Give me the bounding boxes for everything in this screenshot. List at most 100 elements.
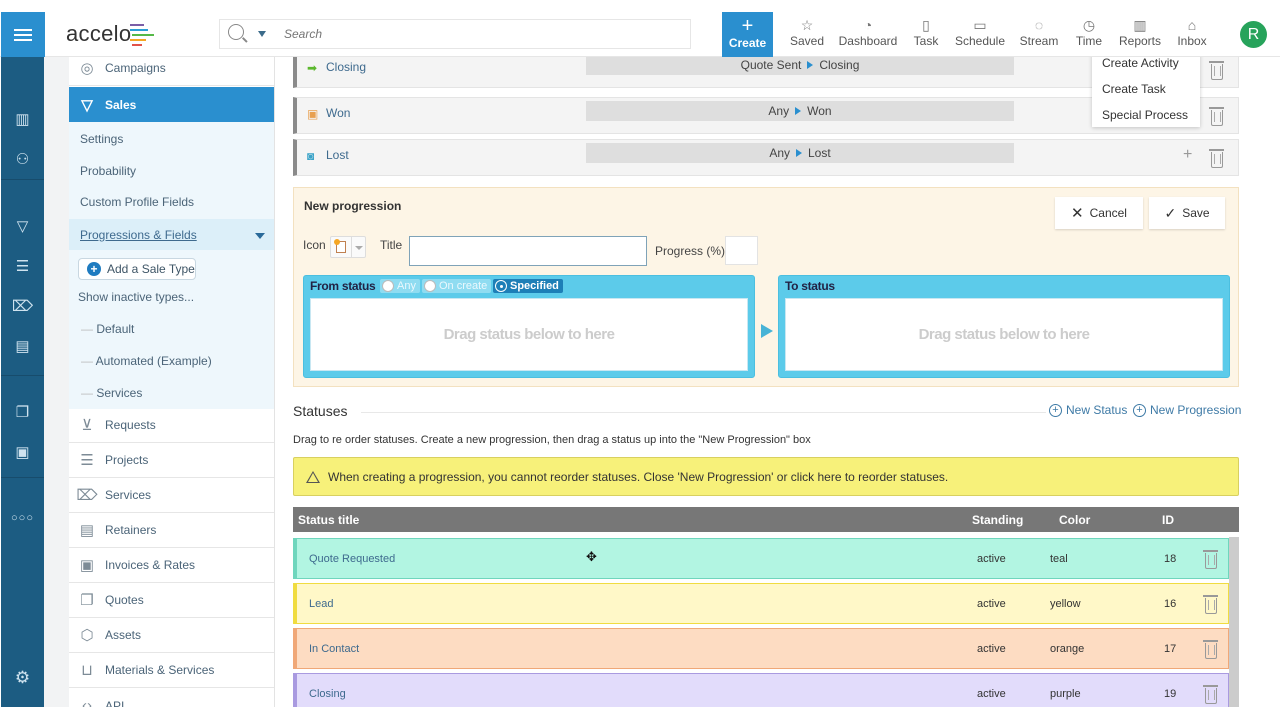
title-input[interactable] [409,236,647,266]
table-row[interactable]: Lead active yellow 16 [293,583,1229,624]
sale-type-label: Automated (Example) [95,354,212,368]
nav-task[interactable]: ▯ Task [912,16,940,48]
title-label: Title [380,238,403,252]
sidebar-item-services[interactable]: ⌦ Services [69,478,274,513]
sidebar-sub-progressions[interactable]: Progressions & Fields [80,228,197,242]
col-status-title[interactable]: Status title [298,513,359,527]
nav-inbox[interactable]: ⌂ Inbox [1176,16,1208,48]
nav-schedule[interactable]: ▭ Schedule [954,16,1006,48]
delete-icon[interactable] [1203,685,1218,704]
nav-stream[interactable]: ◌ Stream [1019,16,1059,48]
funnel-icon: ▽ [81,96,93,114]
sale-type-default[interactable]: — Default [81,322,134,336]
caret-down-icon[interactable] [255,233,265,239]
col-id[interactable]: ID [1162,513,1174,527]
status-title[interactable]: In Contact [309,643,359,655]
col-standing[interactable]: Standing [972,513,1023,527]
sidebar-sub-settings[interactable]: Settings [69,132,274,146]
create-button[interactable]: + Create [722,12,773,57]
search-input[interactable] [284,25,664,43]
radio-any[interactable]: Any [380,279,420,293]
save-button[interactable]: ✓ Save [1149,197,1225,229]
progression-title[interactable]: Closing [326,60,366,74]
sidebar-sub-probability[interactable]: Probability [69,164,274,178]
col-color[interactable]: Color [1059,513,1090,527]
scrollbar[interactable] [1229,537,1239,707]
progression-title[interactable]: Won [326,106,350,120]
table-row[interactable]: In Contact active orange 17 [293,628,1229,669]
warning-banner[interactable]: When creating a progression, you cannot … [293,457,1239,496]
sidebar-item-projects[interactable]: ☰ Projects [69,443,274,478]
contacts-icon[interactable]: ⚇ [1,150,44,168]
more-icon[interactable]: ○○○ [1,512,44,524]
projects-icon[interactable]: ☰ [1,257,44,275]
sidebar-item-invoices[interactable]: ▣ Invoices & Rates [69,548,274,583]
menu-special-process[interactable]: Special Process [1102,108,1188,122]
nav-label: Stream [1019,34,1059,48]
table-row[interactable]: Closing active purple 19 [293,673,1229,707]
sale-type-label: Services [96,386,143,400]
delete-icon[interactable] [1209,149,1224,168]
delete-icon[interactable] [1203,640,1218,659]
radio-on-create[interactable]: On create [422,279,492,293]
menu-create-activity[interactable]: Create Activity [1102,57,1179,70]
from-status-dropzone[interactable]: Drag status below to here [310,298,748,371]
services-tag-icon[interactable]: ⌦ [1,297,44,315]
sidebar-item-materials[interactable]: ⊔ Materials & Services [69,653,274,688]
sidebar-item-requests[interactable]: ⊻ Requests [69,408,274,443]
sidebar-item-sales[interactable]: ▽ Sales [69,87,274,122]
table-row[interactable]: Quote Requested active teal 18 [293,538,1229,579]
sidebar-sub-custom-profile-fields[interactable]: Custom Profile Fields [69,195,274,209]
sales-funnel-icon[interactable]: ▽ [1,217,44,235]
delete-icon[interactable] [1209,107,1224,126]
retainers-icon[interactable]: ▤ [1,337,44,355]
sale-type-services[interactable]: — Services [81,386,142,400]
sidebar-item-label: Assets [105,628,142,642]
delete-icon[interactable] [1209,61,1224,80]
status-title[interactable]: Quote Requested [309,553,395,565]
dropdown-caret-icon[interactable] [351,237,365,257]
document-icon [334,239,346,253]
to-status-dropzone[interactable]: Drag status below to here [785,298,1223,371]
radio-specified[interactable]: Specified [493,279,563,293]
add-sale-type-button[interactable]: + Add a Sale Type [78,258,196,280]
quotes-icon[interactable]: ❐ [1,403,44,421]
sidebar-item-quotes[interactable]: ❐ Quotes [69,583,274,618]
search-scope-dropdown[interactable] [258,31,266,37]
hamburger-icon [14,33,32,36]
nav-dashboard[interactable]: ◔ Dashboard [838,16,898,48]
sidebar-item-campaigns[interactable]: ◎ Campaigns [69,57,274,86]
menu-create-task[interactable]: Create Task [1102,82,1166,96]
new-status-link[interactable]: + New Status [1049,403,1127,417]
new-progression-link[interactable]: + New Progression [1133,403,1241,417]
icon-rail: ▥ ⚇ ▽ ☰ ⌦ ▤ ❐ ▣ ○○○ ⚙ [1,57,44,707]
progression-title[interactable]: Lost [326,148,349,162]
to-status-box: To status Drag status below to here [778,275,1230,378]
cancel-button[interactable]: ✕ Cancel [1055,197,1143,229]
sale-type-automated[interactable]: — Automated (Example) [81,354,212,368]
delete-icon[interactable] [1203,550,1218,569]
settings-gear-icon[interactable]: ⚙ [1,668,44,688]
progression-row[interactable]: ◙ Lost Any Lost + [293,139,1239,176]
nav-reports[interactable]: ▥ Reports [1118,16,1162,48]
link-label: New Status [1066,403,1128,417]
menu-button[interactable] [1,12,45,57]
progress-input[interactable] [725,236,758,265]
show-inactive-types-link[interactable]: Show inactive types... [78,290,194,304]
sidebar-item-retainers[interactable]: ▤ Retainers [69,513,274,548]
sidebar-item-assets[interactable]: ⬡ Assets [69,618,274,653]
sidebar-item-api[interactable]: ‹› API [69,688,274,707]
companies-icon[interactable]: ▥ [1,110,44,128]
add-action-icon[interactable]: + [1183,146,1192,164]
invoices-icon[interactable]: ▣ [1,443,44,461]
nav-time[interactable]: ◷ Time [1074,16,1104,48]
sidebar-sub-progressions-active[interactable]: Progressions & Fields [69,219,274,250]
icon-picker[interactable] [330,236,366,258]
delete-icon[interactable] [1203,595,1218,614]
status-title[interactable]: Closing [309,688,346,700]
logo[interactable]: accelo [66,21,131,47]
status-title[interactable]: Lead [309,598,333,610]
search-icon[interactable] [228,24,244,40]
user-avatar[interactable]: R [1240,21,1267,48]
nav-saved[interactable]: ☆ Saved [790,16,824,48]
